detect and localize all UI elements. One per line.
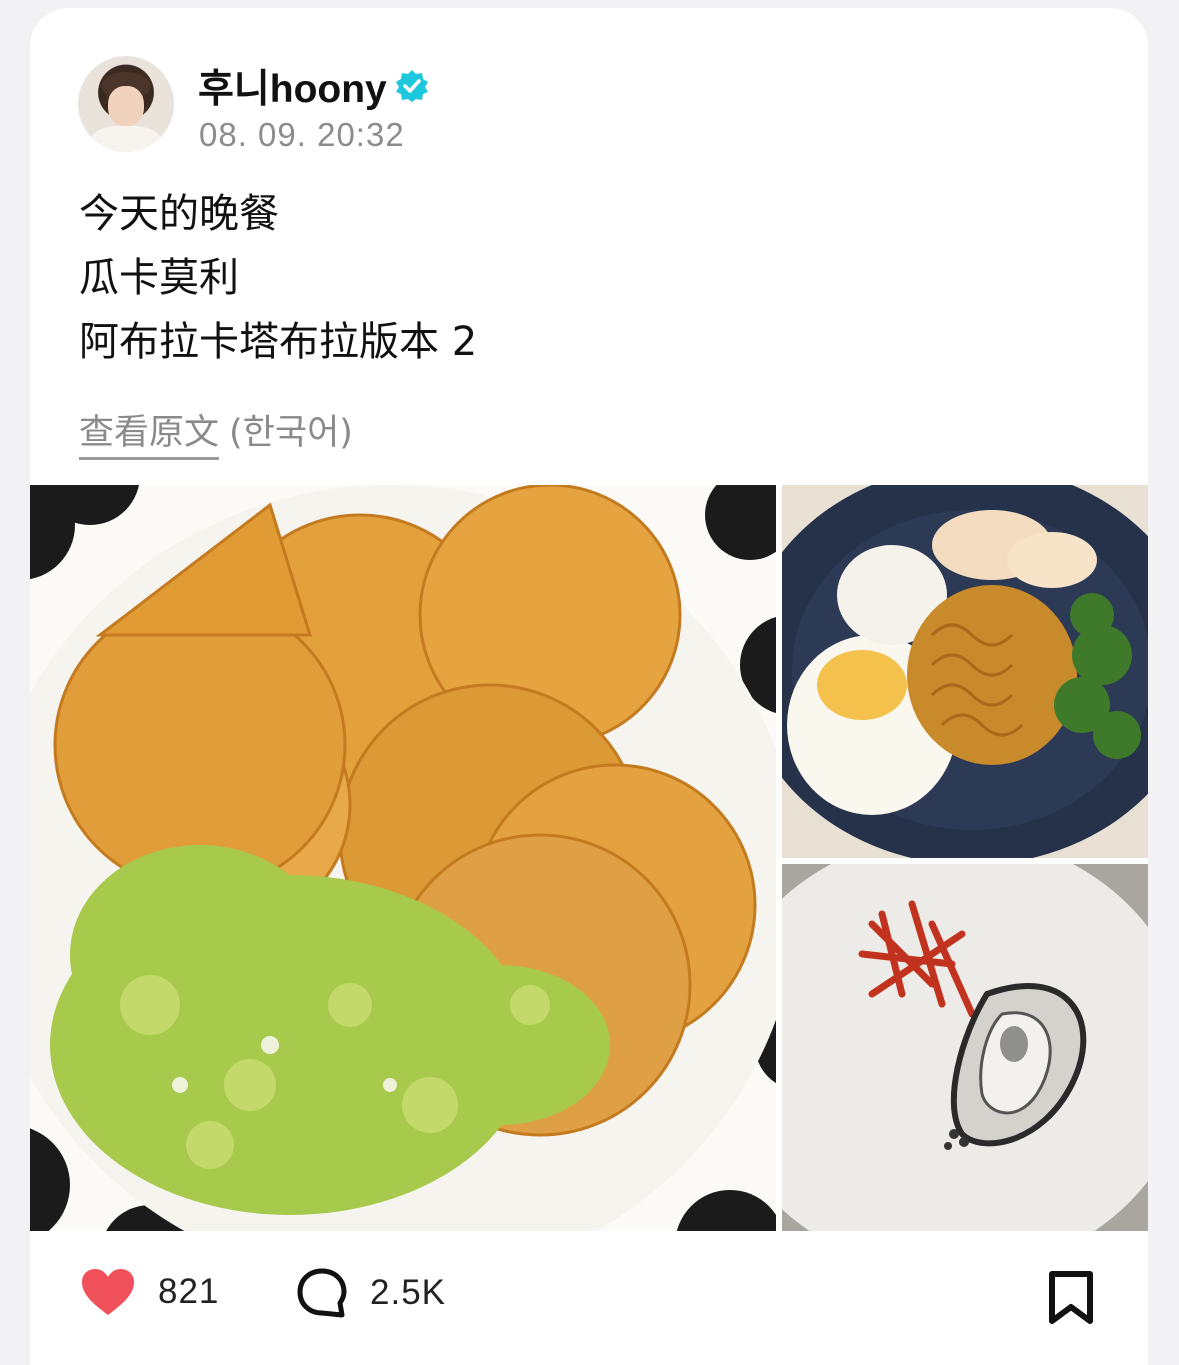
post-line: 瓜卡莫利 — [79, 255, 239, 301]
view-original-link[interactable]: 查看原文 — [79, 404, 220, 460]
comment-count: 2.5K — [370, 1273, 446, 1312]
post-timestamp: 08. 09. 20:32 — [199, 116, 405, 153]
heart-icon — [82, 1269, 134, 1315]
photo-kimchi-oyster-plate[interactable] — [782, 864, 1148, 1231]
post-line: 阿布拉卡塔布拉版本 2 — [79, 319, 478, 365]
comment-button[interactable]: 2.5K — [296, 1267, 446, 1319]
post-card: 후니hoony 08. 09. 20:32 今天的晚餐 瓜卡莫利 阿布拉卡塔布拉… — [30, 8, 1148, 1365]
post-line: 今天的晚餐 — [79, 191, 279, 237]
original-language-note: (한국어) — [229, 413, 353, 453]
bookmark-icon[interactable] — [1046, 1271, 1096, 1325]
photo-noodle-bowl[interactable] — [782, 485, 1148, 858]
author-name-row[interactable]: 후니hoony — [198, 58, 429, 114]
author-name[interactable]: 후니hoony — [198, 58, 387, 114]
post-body: 今天的晚餐 瓜卡莫利 阿布拉卡塔布拉版本 2 — [79, 182, 477, 374]
post-actions: 821 2.5K — [30, 1231, 1148, 1365]
avatar[interactable] — [78, 56, 174, 152]
photo-tortilla-chips-guacamole[interactable] — [30, 485, 776, 1231]
translation-row: 查看原文 (한국어) — [79, 404, 353, 460]
verified-badge-icon — [395, 70, 428, 102]
like-count: 821 — [158, 1272, 220, 1311]
like-button[interactable]: 821 — [80, 1267, 219, 1317]
comment-icon — [297, 1268, 347, 1318]
